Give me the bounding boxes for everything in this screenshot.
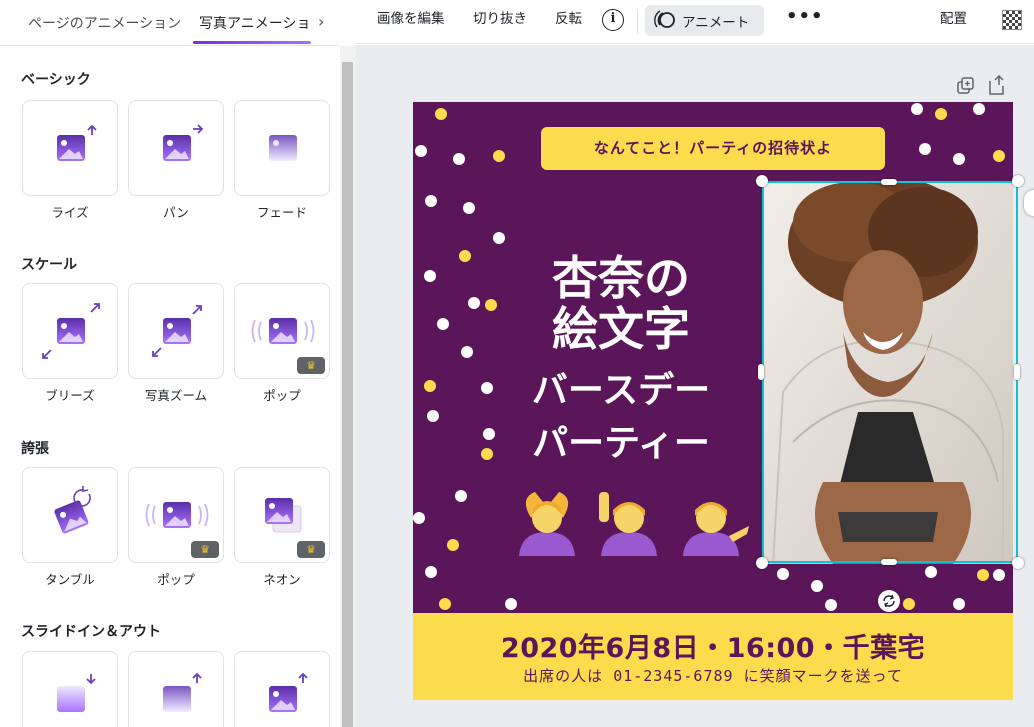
animation-panel: ページのアニメーション 写真アニメーション › ベーシック ライズ パン フェー… [0, 0, 356, 727]
crown-icon: ♛ [297, 357, 325, 374]
slide-up-fade-icon [163, 672, 202, 712]
animate-button[interactable]: アニメート [645, 5, 764, 36]
tumble-icon [54, 486, 91, 534]
animation-label: ライズ [51, 205, 89, 220]
person-gesturing-ok-emoji [519, 492, 575, 556]
crown-icon: ♛ [191, 541, 219, 558]
photo-zoom-icon [152, 305, 202, 357]
resize-handle-bottom-left[interactable] [756, 557, 768, 569]
animation-label: フェード [256, 205, 307, 220]
rotate-icon[interactable] [878, 590, 900, 612]
animation-option-pop[interactable]: ♛ [234, 283, 330, 379]
transparency-icon[interactable] [1002, 10, 1022, 30]
edit-image-button[interactable]: 画像を編集 [377, 10, 445, 36]
animate-icon [654, 10, 675, 28]
panel-scrollbar-thumb[interactable] [342, 62, 353, 727]
animation-label: タンブル [45, 572, 95, 587]
add-page-icon[interactable] [989, 75, 1004, 95]
duplicate-page-icon[interactable] [957, 77, 974, 94]
animation-label: ネオン [263, 572, 301, 587]
rise-icon [57, 124, 97, 161]
animate-label: アニメート [682, 15, 750, 31]
animation-option-fade[interactable] [234, 100, 330, 196]
editor-toolbar: 画像を編集 切り抜き 反転 i アニメート ••• 配置 [356, 0, 1034, 44]
resize-handle-top-left[interactable] [756, 175, 768, 187]
event-date-line[interactable]: 2020年6月8日・16:00・千葉宅 [413, 626, 1013, 665]
resize-handle-right[interactable] [1014, 364, 1020, 380]
animation-option-rise[interactable] [22, 100, 118, 196]
animation-list: ベーシック ライズ パン フェード スケール ブリーズ 写真ズーム ♛ ポップ … [0, 47, 340, 727]
title-line-3[interactable]: バースデー [501, 361, 741, 413]
person-tipping-hand-emoji [683, 502, 749, 556]
tab-page-animation[interactable]: ページのアニメーション [28, 13, 181, 33]
title-line-4[interactable]: パーティー [501, 414, 741, 466]
flip-button[interactable]: 反転 [555, 10, 582, 36]
animation-label: 写真ズーム [144, 388, 208, 403]
section-title-slide-in-out: スライドイン＆アウト [21, 624, 161, 640]
position-button[interactable]: 配置 [940, 10, 967, 36]
animation-label: ポップ [157, 572, 195, 587]
fade-icon [269, 135, 297, 161]
slide-up-icon [269, 672, 308, 712]
animation-option-neon[interactable]: ♛ [234, 467, 330, 563]
animation-option-pop-2[interactable]: ♛ [128, 467, 224, 563]
animation-label: ポップ [263, 388, 301, 403]
emoji-row[interactable] [513, 488, 753, 558]
animation-option-breathe[interactable] [22, 283, 118, 379]
chevron-right-icon[interactable]: › [318, 12, 324, 31]
resize-handle-left[interactable] [758, 364, 764, 380]
crop-button[interactable]: 切り抜き [473, 10, 527, 36]
tab-photo-animation[interactable]: 写真アニメーション [199, 13, 311, 33]
resize-handle-bottom[interactable] [881, 559, 897, 565]
page-tools [957, 75, 1004, 95]
animation-option-slide-up-fade[interactable] [128, 651, 224, 727]
resize-handle-bottom-right[interactable] [1012, 557, 1024, 569]
panel-tabs: ページのアニメーション 写真アニメーション › [0, 0, 340, 46]
section-title-scale: スケール [21, 257, 77, 273]
info-icon[interactable]: i [602, 9, 624, 31]
pan-icon [163, 124, 204, 161]
animation-option-photo-zoom[interactable] [128, 283, 224, 379]
design-page[interactable]: なんてこと！パーティの招待状よ 杏奈の 絵文字 バースデー パーティー [413, 102, 1013, 700]
section-title-exaggerate: 誇張 [21, 441, 49, 457]
section-title-basic: ベーシック [21, 72, 91, 88]
toolbar-divider [637, 10, 638, 34]
resize-handle-top[interactable] [881, 179, 897, 185]
animation-option-slide-down[interactable] [22, 651, 118, 727]
invitation-banner[interactable]: なんてこと！パーティの招待状よ [541, 127, 885, 170]
title-line-2[interactable]: 絵文字 [501, 293, 741, 359]
active-tab-indicator [193, 41, 311, 44]
resize-handle-top-right[interactable] [1012, 175, 1024, 187]
more-options-icon[interactable]: ••• [786, 6, 824, 27]
animation-option-slide-up[interactable] [234, 651, 330, 727]
animation-label: ブリーズ [45, 388, 95, 403]
person-raising-hand-emoji [599, 492, 657, 556]
breathe-icon [42, 303, 100, 359]
rsvp-line[interactable]: 出席の人は 01-2345-6789 に笑顔マークを送って [413, 665, 1013, 686]
animation-option-pan[interactable] [128, 100, 224, 196]
animation-label: パン [163, 205, 189, 220]
crown-icon: ♛ [297, 541, 325, 558]
animation-option-tumble[interactable] [22, 467, 118, 563]
slide-down-icon [57, 674, 96, 712]
portrait-photo[interactable] [763, 182, 1013, 564]
element-side-handle[interactable] [1024, 190, 1034, 216]
